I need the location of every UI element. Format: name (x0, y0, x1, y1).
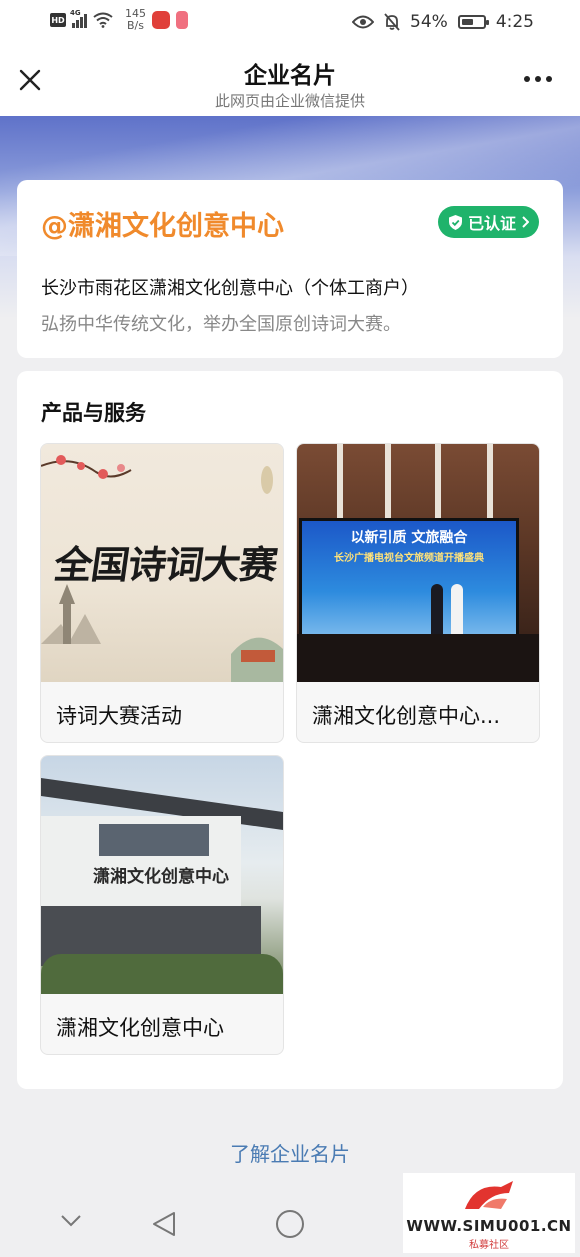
red-app-icon (176, 11, 188, 29)
product-item-launch-event[interactable]: 以新引质 文旅融合 长沙广播电视台文旅频道开播盛典 潇湘文化创意中心... (296, 443, 540, 743)
home-circle-icon[interactable] (276, 1210, 304, 1238)
host-figure (431, 584, 443, 639)
product-image-building: 潇湘文化创意中心 (41, 756, 283, 994)
chevron-right-icon (522, 216, 529, 228)
watermark-subtext: 私募社区 (469, 1240, 509, 1251)
wifi-icon (93, 12, 113, 28)
verified-badge[interactable]: 已认证 (437, 206, 539, 238)
verified-label: 已认证 (467, 214, 516, 233)
product-image-poetry: 全国诗词大赛 (41, 444, 283, 682)
clock: 4:25 (495, 12, 534, 32)
poetry-image-text: 全国诗词大赛 (51, 542, 280, 587)
product-item-poetry-contest[interactable]: 全国诗词大赛 诗词大赛活动 (40, 443, 284, 743)
page-subtitle: 此网页由企业微信提供 (214, 92, 365, 110)
mute-bell-icon (384, 13, 400, 31)
battery-icon (457, 15, 489, 29)
building-sign-text: 潇湘文化创意中心 (93, 867, 229, 887)
network-speed: 145 B/s (125, 7, 146, 32)
company-name: @潇湘文化创意中心 (41, 211, 284, 242)
page-title: 企业名片 (244, 63, 336, 89)
event-screen: 以新引质 文旅融合 长沙广播电视台文旅频道开播盛典 (299, 518, 519, 652)
products-card: 产品与服务 全国诗词大赛 诗词大赛活动 以新引质 文旅融合 长沙广播电视台文旅频… (17, 371, 563, 1089)
company-description: 弘扬中华传统文化，举办全国原创诗词大赛。 (41, 314, 401, 335)
learn-more-link[interactable]: 了解企业名片 (0, 1138, 580, 1167)
product-item-cultural-center[interactable]: 潇湘文化创意中心 潇湘文化创意中心 (40, 755, 284, 1055)
watermark-text: WWW.SIMU001.CN (406, 1217, 572, 1235)
hd-icon: HD (50, 13, 66, 27)
event-screen-subline: 长沙广播电视台文旅频道开播盛典 (334, 553, 484, 564)
company-card: @潇湘文化创意中心 已认证 长沙市雨花区潇湘文化创意中心（个体工商户） 弘扬中华… (17, 180, 563, 358)
back-triangle-icon[interactable] (150, 1210, 178, 1238)
more-options-icon[interactable] (524, 72, 554, 86)
battery-percent: 54% (410, 12, 448, 32)
product-label: 潇湘文化创意中心 (56, 1016, 224, 1040)
status-left: HD 4G 145 B/s (50, 8, 188, 32)
shield-check-icon (448, 214, 462, 230)
audience (297, 634, 539, 682)
product-label: 诗词大赛活动 (56, 704, 182, 728)
product-image-stage: 以新引质 文旅融合 长沙广播电视台文旅频道开播盛典 (297, 444, 539, 682)
eye-icon (352, 15, 375, 29)
signal-icon: 4G (70, 9, 87, 28)
watermark: WWW.SIMU001.CN 私募社区 (403, 1173, 575, 1253)
status-right: 54% 4:25 (352, 12, 534, 32)
company-full-name: 长沙市雨花区潇湘文化创意中心（个体工商户） (41, 278, 419, 299)
watermark-logo-icon (465, 1181, 513, 1209)
product-label: 潇湘文化创意中心... (312, 704, 501, 728)
nav-bar: 企业名片 此网页由企业微信提供 (0, 46, 580, 116)
event-screen-headline: 以新引质 文旅融合 (350, 530, 468, 546)
battery-level (461, 19, 473, 25)
section-title: 产品与服务 (41, 401, 146, 425)
chevron-down-icon[interactable] (60, 1214, 82, 1228)
host-figure (451, 584, 463, 639)
status-bar: HD 4G 145 B/s 54% 4:25 (0, 0, 580, 46)
huawei-app-icon (152, 11, 170, 29)
